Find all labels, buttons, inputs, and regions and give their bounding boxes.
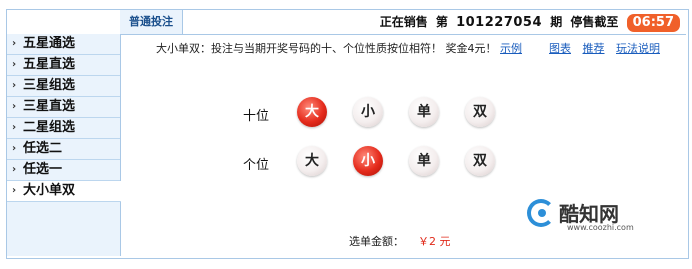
sidebar-item-three-star-group[interactable]: › 三星组选 — [7, 76, 120, 97]
units-big-ball[interactable]: 大 — [297, 146, 327, 176]
units-label: 个位 — [243, 158, 270, 173]
chevron-right-icon: › — [12, 122, 17, 133]
chevron-right-icon: › — [12, 101, 17, 112]
sidebar-item-label: 三星直选 — [23, 99, 76, 114]
watermark-url: www.coozhi.com — [567, 223, 634, 232]
watermark: 酷知网 www.coozhi.com — [527, 196, 677, 236]
sidebar-item-label: 大小单双 — [23, 183, 76, 198]
tab-normal-bet[interactable]: 普通投注 — [120, 10, 183, 34]
chevron-right-icon: › — [12, 185, 17, 196]
description-text: 大小单双：投注与当期开奖号码的十、个位性质按位相符！ 奖金4元！ — [156, 42, 497, 55]
units-small-ball[interactable]: 小 — [353, 146, 383, 176]
sidebar-item-three-star-direct[interactable]: › 三星直选 — [7, 97, 120, 118]
example-link[interactable]: 示例 — [500, 42, 522, 55]
issue-status: 正在销售 第 101227054 期 停售截至 06:57 — [376, 13, 680, 32]
sidebar-item-label: 三星组选 — [23, 78, 76, 93]
sidebar-item-five-star-all[interactable]: › 五星通选 — [7, 34, 120, 55]
sidebar-item-label: 五星通选 — [23, 36, 76, 51]
issue-suffix: 期 — [550, 15, 563, 29]
selected-amount: 选单金额： ￥2 元 — [349, 233, 451, 249]
recommend-link[interactable]: 推荐 — [583, 42, 605, 55]
coozhi-logo-icon — [527, 199, 555, 227]
chevron-right-icon: › — [12, 59, 17, 70]
countdown-timer: 06:57 — [626, 14, 680, 32]
tens-odd-ball[interactable]: 单 — [409, 97, 439, 127]
units-odd-ball[interactable]: 单 — [409, 146, 439, 176]
tens-big-ball[interactable]: 大 — [297, 97, 327, 127]
issue-number: 101227054 — [456, 15, 543, 30]
units-even-ball[interactable]: 双 — [465, 146, 495, 176]
sidebar-item-label: 任选一 — [23, 162, 63, 177]
chevron-right-icon: › — [12, 143, 17, 154]
sidebar-item-label: 五星直选 — [23, 57, 76, 72]
issue-prefix: 第 — [435, 15, 448, 29]
sidebar-item-label: 任选二 — [23, 141, 63, 156]
chevron-right-icon: › — [12, 164, 17, 175]
sidebar-item-five-star-direct[interactable]: › 五星直选 — [7, 55, 120, 76]
help-links: 图表 推荐 玩法说明 — [549, 40, 668, 56]
play-type-sidebar: › 五星通选 › 五星直选 › 三星组选 › 三星直选 › 二星组选 › 任选二 › 任选一 … — [7, 34, 121, 256]
deadline-label: 停售截至 — [570, 15, 619, 29]
top-bar: 普通投注 正在销售 第 101227054 期 停售截至 06:57 — [7, 10, 686, 35]
sidebar-item-two-star-group[interactable]: › 二星组选 — [7, 118, 120, 139]
tens-even-ball[interactable]: 双 — [465, 97, 495, 127]
play-description: 大小单双：投注与当期开奖号码的十、个位性质按位相符！ 奖金4元！ 示例 — [156, 40, 522, 56]
sidebar-item-pick-two[interactable]: › 任选二 — [7, 139, 120, 160]
chart-link[interactable]: 图表 — [549, 42, 571, 55]
sale-status: 正在销售 — [379, 15, 428, 29]
rules-link[interactable]: 玩法说明 — [616, 42, 660, 55]
amount-label: 选单金额： — [349, 235, 404, 248]
chevron-right-icon: › — [12, 38, 17, 49]
sidebar-item-big-small-odd-even[interactable]: › 大小单双 — [7, 181, 121, 202]
sidebar-item-label: 二星组选 — [23, 120, 76, 135]
amount-value: ￥2 元 — [418, 235, 451, 248]
tens-label: 十位 — [243, 109, 270, 124]
units-row: 个位 大 小 单 双 — [121, 146, 686, 180]
tens-row: 十位 大 小 单 双 — [121, 97, 686, 131]
tens-small-ball[interactable]: 小 — [353, 97, 383, 127]
sidebar-item-pick-one[interactable]: › 任选一 — [7, 160, 120, 181]
chevron-right-icon: › — [12, 80, 17, 91]
